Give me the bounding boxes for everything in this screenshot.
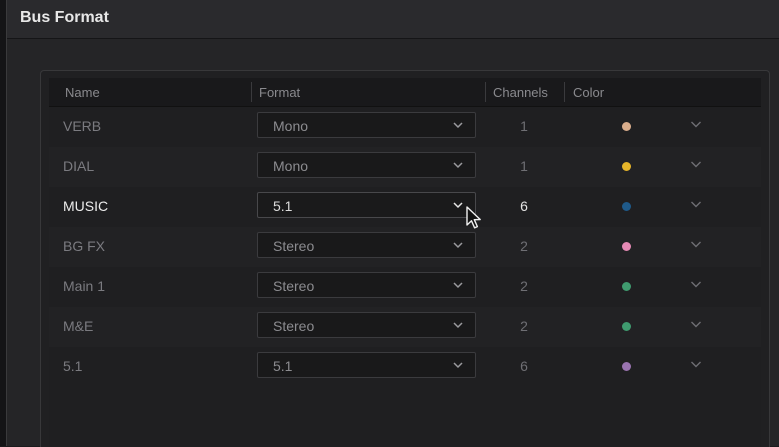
- format-dropdown[interactable]: 5.1: [257, 352, 476, 378]
- channel-count: 2: [520, 318, 528, 334]
- bus-name[interactable]: BG FX: [63, 238, 105, 254]
- chevron-down-icon: [453, 162, 463, 169]
- table-row[interactable]: Main 1 Stereo 2: [49, 267, 761, 307]
- channel-count: 2: [520, 238, 528, 254]
- bus-name[interactable]: MUSIC: [63, 198, 108, 214]
- dialog-titlebar: Bus Format: [7, 0, 779, 39]
- chevron-down-icon: [453, 322, 463, 329]
- chevron-down-icon: [453, 242, 463, 249]
- column-header-color[interactable]: Color: [573, 85, 604, 100]
- format-value: Stereo: [273, 238, 315, 254]
- chevron-down-icon: [453, 282, 463, 289]
- format-value: Mono: [273, 118, 309, 134]
- color-dropdown-chevron-icon[interactable]: [690, 160, 702, 169]
- color-dropdown-chevron-icon[interactable]: [690, 120, 702, 129]
- bus-table-panel: Name Format Channels Color VERB Mono 1 DIAL…: [40, 70, 770, 447]
- bus-name[interactable]: DIAL: [63, 158, 94, 174]
- color-dropdown-chevron-icon[interactable]: [690, 360, 702, 369]
- format-value: Stereo: [273, 318, 315, 334]
- column-divider[interactable]: [485, 82, 486, 102]
- channel-count: 6: [520, 358, 528, 374]
- bus-name[interactable]: Main 1: [63, 278, 105, 294]
- channel-count: 1: [520, 158, 528, 174]
- column-divider[interactable]: [564, 82, 565, 102]
- bus-table: Name Format Channels Color VERB Mono 1 DIAL…: [49, 78, 761, 447]
- color-swatch[interactable]: [622, 202, 631, 211]
- channel-count: 6: [520, 198, 528, 214]
- mouse-pointer-icon: [466, 206, 481, 229]
- channel-count: 2: [520, 278, 528, 294]
- color-dropdown-chevron-icon[interactable]: [690, 200, 702, 209]
- table-header: Name Format Channels Color: [49, 78, 761, 107]
- color-swatch[interactable]: [622, 122, 631, 131]
- table-row[interactable]: 5.1 5.1 6: [49, 347, 761, 387]
- column-header-name[interactable]: Name: [65, 85, 100, 100]
- chevron-down-icon: [453, 362, 463, 369]
- format-dropdown[interactable]: Stereo: [257, 312, 476, 338]
- table-row[interactable]: MUSIC 5.1 6: [49, 187, 761, 227]
- dialog-title: Bus Format: [20, 9, 109, 26]
- format-value: 5.1: [273, 198, 293, 214]
- color-swatch[interactable]: [622, 362, 631, 371]
- color-swatch[interactable]: [622, 162, 631, 171]
- format-value: 5.1: [273, 358, 293, 374]
- format-dropdown[interactable]: Mono: [257, 112, 476, 138]
- column-header-channels[interactable]: Channels: [493, 85, 548, 100]
- bus-name[interactable]: VERB: [63, 118, 101, 134]
- bus-name[interactable]: M&E: [63, 318, 93, 334]
- color-swatch[interactable]: [622, 282, 631, 291]
- color-dropdown-chevron-icon[interactable]: [690, 320, 702, 329]
- format-dropdown[interactable]: Stereo: [257, 272, 476, 298]
- color-dropdown-chevron-icon[interactable]: [690, 240, 702, 249]
- format-dropdown[interactable]: 5.1: [257, 192, 476, 218]
- chevron-down-icon: [453, 202, 463, 209]
- format-value: Stereo: [273, 278, 315, 294]
- chevron-down-icon: [453, 122, 463, 129]
- column-divider[interactable]: [251, 82, 252, 102]
- table-row[interactable]: M&E Stereo 2: [49, 307, 761, 347]
- table-row[interactable]: DIAL Mono 1: [49, 147, 761, 187]
- color-swatch[interactable]: [622, 242, 631, 251]
- column-header-format[interactable]: Format: [259, 85, 300, 100]
- color-swatch[interactable]: [622, 322, 631, 331]
- color-dropdown-chevron-icon[interactable]: [690, 280, 702, 289]
- bus-format-dialog: Bus Format Name Format Channels Color VE…: [6, 0, 779, 447]
- format-dropdown[interactable]: Mono: [257, 152, 476, 178]
- channel-count: 1: [520, 118, 528, 134]
- table-row[interactable]: VERB Mono 1: [49, 107, 761, 147]
- table-row[interactable]: BG FX Stereo 2: [49, 227, 761, 267]
- format-value: Mono: [273, 158, 309, 174]
- bus-name[interactable]: 5.1: [63, 358, 82, 374]
- format-dropdown[interactable]: Stereo: [257, 232, 476, 258]
